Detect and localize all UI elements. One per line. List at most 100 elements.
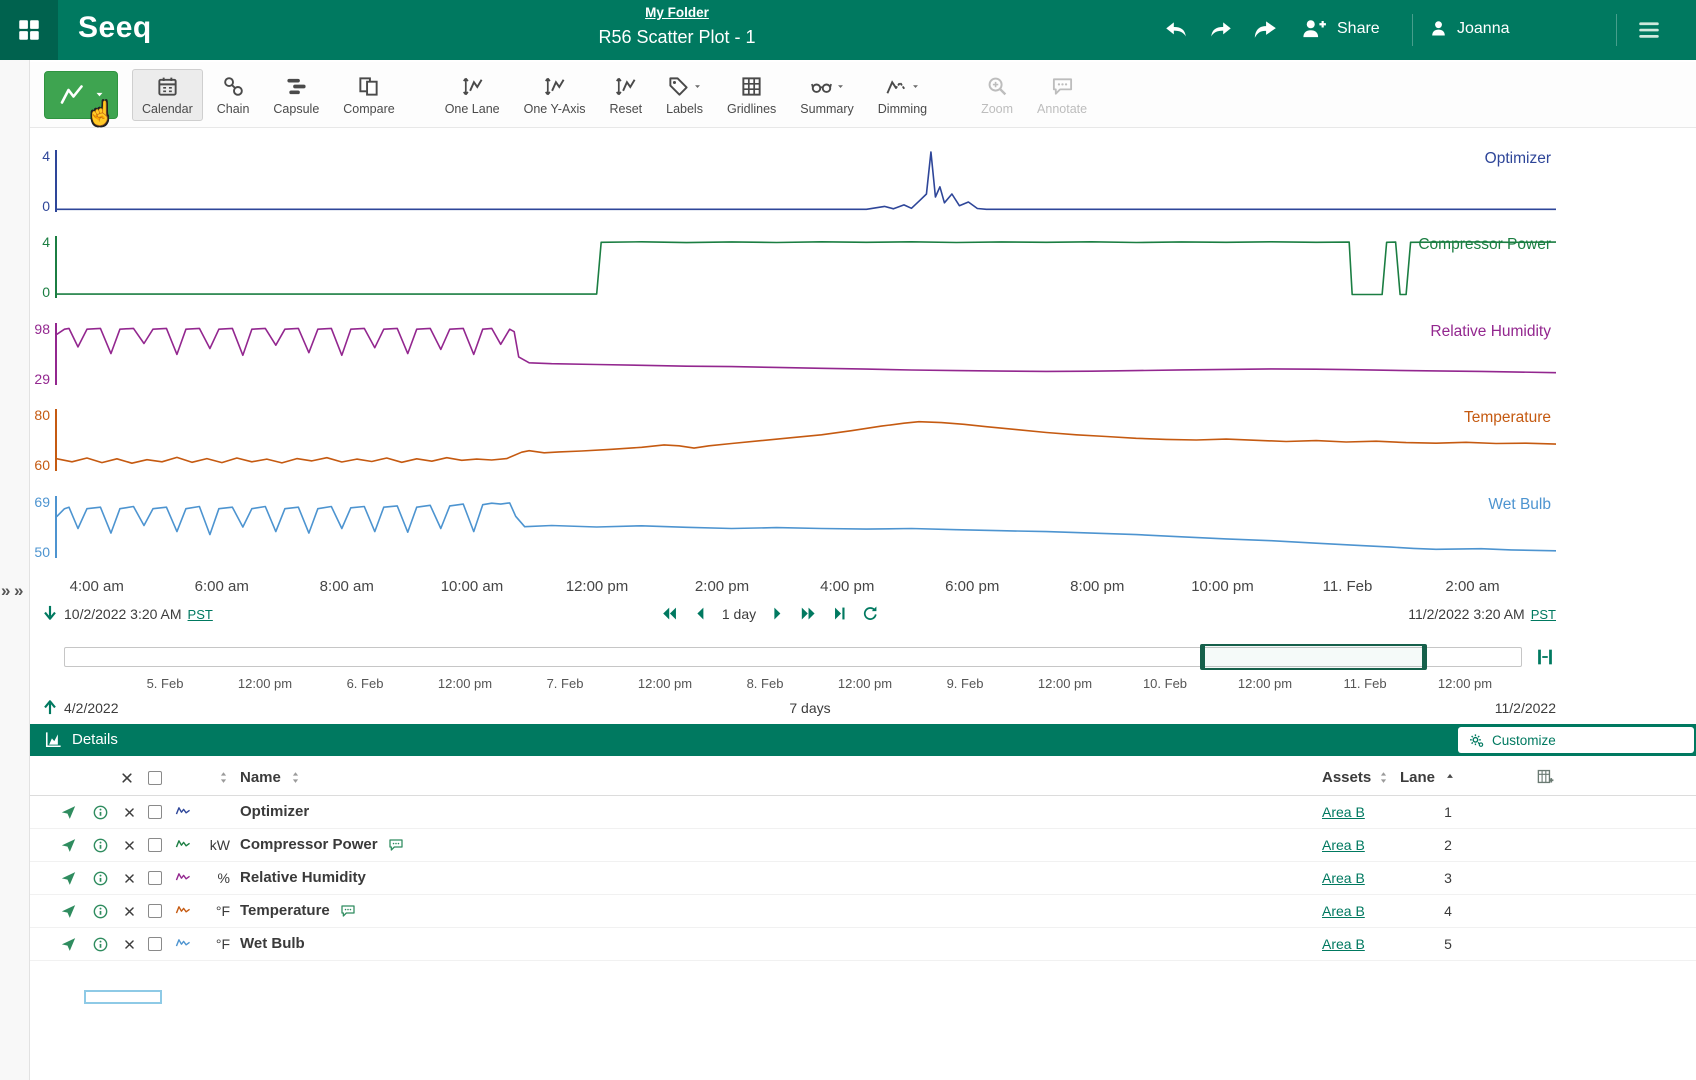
breadcrumb-my-folder[interactable]: My Folder [598,5,755,20]
pin-item-icon[interactable] [60,837,77,854]
item-info-icon[interactable] [92,837,109,854]
trend-view-button[interactable] [44,71,118,119]
refresh-icon[interactable] [861,604,880,623]
select-all-checkbox[interactable] [148,771,162,785]
item-checkbox[interactable] [148,805,162,819]
item-name[interactable]: Temperature [240,902,330,919]
item-info-icon[interactable] [92,903,109,920]
annotate-icon [1051,75,1074,98]
pin-item-icon[interactable] [60,936,77,953]
x-axis-tick-label: 6:00 am [195,578,249,595]
lane-3-plot: Relative Humidity [55,323,1556,385]
column-header-name[interactable]: Name [240,769,281,786]
step-duration-label[interactable]: 1 day [722,606,756,622]
item-info-icon[interactable] [92,870,109,887]
toolbar-compare-button[interactable]: Compare [333,69,404,121]
remove-item-icon[interactable] [123,839,136,852]
step-back-icon[interactable] [691,604,710,623]
pin-item-icon[interactable] [60,804,77,821]
table-row: °FTemperatureArea B4 [30,895,1696,928]
pin-item-icon[interactable] [60,903,77,920]
item-unit: °F [188,903,230,919]
remove-item-icon[interactable] [123,872,136,885]
user-menu[interactable]: Joanna [1428,18,1510,39]
seeq-logo[interactable]: Seeq [78,11,152,45]
sort-name-icon[interactable] [288,770,303,785]
toolbar-button-label: Gridlines [727,102,776,116]
item-checkbox[interactable] [148,838,162,852]
toolbar-dimming-button[interactable]: Dimming [868,69,937,121]
redo-icon[interactable] [1208,17,1234,43]
overview-tick-label: 12:00 pm [1038,676,1092,691]
column-header-lane[interactable]: Lane [1400,769,1435,786]
annotation-bubble-icon[interactable] [339,903,357,919]
item-name[interactable]: Wet Bulb [240,935,305,952]
details-panel-header: Details Customize [30,724,1696,756]
toolbar-capsule-button[interactable]: Capsule [263,69,329,121]
item-info-icon[interactable] [92,804,109,821]
remove-all-icon[interactable] [120,771,134,785]
item-checkbox[interactable] [148,871,162,885]
sort-ascending-icon[interactable] [1443,771,1457,785]
toolbar-chain-button[interactable]: Chain [207,69,260,121]
item-checkbox[interactable] [148,937,162,951]
toolbar-reset-button[interactable]: Reset [599,69,652,121]
toolbar-summary-button[interactable]: Summary [790,69,863,121]
lane-2-plot: Compressor Power [55,236,1556,298]
overview-tick-label: 12:00 pm [438,676,492,691]
share-button[interactable]: Share [1300,16,1380,42]
item-info-icon[interactable] [92,936,109,953]
remove-item-icon[interactable] [123,806,136,819]
remove-item-icon[interactable] [123,905,136,918]
undo-icon[interactable] [1163,17,1189,43]
toolbar-gridlines-button[interactable]: Gridlines [717,69,786,121]
toolbar-calendar-button[interactable]: Calendar [132,69,203,121]
item-lane: 1 [1428,804,1468,820]
toolbar-button-label: One Lane [445,102,500,116]
expand-panel-chevron-icon[interactable]: » [1,581,10,601]
step-back-double-icon[interactable] [660,604,679,623]
forward-share-icon[interactable] [1252,17,1278,43]
overview-range-icon[interactable] [1534,646,1556,668]
sort-type-icon[interactable] [216,770,231,785]
overview-selection-window[interactable] [1200,644,1427,670]
apps-menu-button[interactable] [0,0,58,60]
item-asset-link[interactable]: Area B [1322,804,1365,820]
item-name[interactable]: Relative Humidity [240,869,366,886]
overview-tick-label: 11. Feb [1343,676,1386,691]
expand-panel-chevron-icon[interactable]: » [14,581,23,601]
item-lane: 3 [1428,870,1468,886]
lane-2-y-axis-min: 0 [16,284,50,300]
item-asset-link[interactable]: Area B [1322,870,1365,886]
item-checkbox[interactable] [148,904,162,918]
item-name[interactable]: Optimizer [240,803,309,820]
column-header-assets[interactable]: Assets [1322,769,1371,786]
toolbar-labels-button[interactable]: Labels [656,69,713,121]
timezone-link[interactable]: PST [1531,607,1556,622]
toolbar-one-lane-button[interactable]: One Lane [435,69,510,121]
toolbar-annotate-button[interactable]: Annotate [1027,69,1097,121]
customize-button[interactable]: Customize [1458,727,1694,753]
add-column-icon[interactable] [1536,767,1555,786]
item-name[interactable]: Compressor Power [240,836,378,853]
timezone-link[interactable]: PST [188,607,213,622]
sort-assets-icon[interactable] [1376,770,1391,785]
hamburger-menu-icon[interactable] [1636,17,1662,43]
toolbar-zoom-button[interactable]: Zoom [971,69,1023,121]
item-asset-link[interactable]: Area B [1322,837,1365,853]
step-to-now-icon[interactable] [830,604,849,623]
item-asset-link[interactable]: Area B [1322,903,1365,919]
summary-icon [810,75,833,98]
toolbar-one-y-axis-button[interactable]: One Y-Axis [514,69,596,121]
step-forward-icon[interactable] [768,604,787,623]
remove-item-icon[interactable] [123,938,136,951]
signal-icon [172,805,194,820]
annotation-bubble-icon[interactable] [387,837,405,853]
pin-item-icon[interactable] [60,870,77,887]
item-asset-link[interactable]: Area B [1322,936,1365,952]
step-forward-double-icon[interactable] [799,604,818,623]
dimming-icon [885,75,908,98]
overview-tick-label: 10. Feb [1143,676,1187,691]
toolbar-button-label: One Y-Axis [524,102,586,116]
table-row: Optimizer Area B 1 [30,796,1696,829]
